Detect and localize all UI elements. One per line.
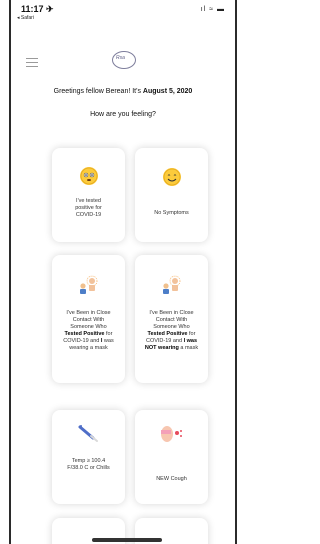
app-logo: Rsa xyxy=(112,51,136,69)
card-temperature-label: Temp ≥ 100.4 F/38.0 C or Chills xyxy=(67,458,110,471)
feeling-question: How are you feeling? xyxy=(90,111,156,118)
greeting-text: Greetings fellow Berean! It's August 5, … xyxy=(11,88,235,95)
logo-text: Rsa xyxy=(116,55,125,61)
menu-icon[interactable] xyxy=(26,58,38,67)
card-tested-positive[interactable]: I've tested positive for COVID-19 xyxy=(52,148,125,242)
greeting-date: August 5, 2020 xyxy=(142,88,193,95)
contact-people-icon xyxy=(163,275,181,294)
worried-face-icon xyxy=(80,167,98,185)
card-no-symptoms-label: No Symptoms xyxy=(154,210,189,216)
home-indicator[interactable] xyxy=(92,538,162,542)
status-bar: 11:17 ✈ ◂ Safari ıl ≈ ▬ xyxy=(17,4,229,26)
card-close-contact-unmasked-label: I've Been in Close Contact With Someone … xyxy=(144,310,199,351)
card-close-contact-masked-label: I've Been in Close Contact With Someone … xyxy=(63,310,114,351)
card-tested-positive-label: I've tested positive for COVID-19 xyxy=(75,198,102,218)
smiley-face-icon xyxy=(163,168,181,186)
status-icons: ıl ≈ ▬ xyxy=(200,6,225,13)
card-cough[interactable]: NEW Cough xyxy=(135,410,208,504)
card-cough-label: NEW Cough xyxy=(156,476,187,482)
card-close-contact-masked[interactable]: I've Been in Close Contact With Someone … xyxy=(52,255,125,383)
status-time: 11:17 ✈ xyxy=(21,4,54,14)
card-no-symptoms[interactable]: No Symptoms xyxy=(135,148,208,242)
greeting-prefix: Greetings fellow Berean! It's xyxy=(53,88,143,95)
contact-people-icon xyxy=(80,275,98,294)
card-temperature[interactable]: Temp ≥ 100.4 F/38.0 C or Chills xyxy=(52,410,125,504)
card-close-contact-unmasked[interactable]: I've Been in Close Contact With Someone … xyxy=(135,255,208,383)
thermometer-icon xyxy=(78,425,98,442)
back-to-safari-link[interactable]: ◂ Safari xyxy=(17,15,34,21)
phone-screen: 11:17 ✈ ◂ Safari ıl ≈ ▬ Rsa Greetings fe… xyxy=(9,0,237,544)
cough-icon xyxy=(161,426,182,442)
